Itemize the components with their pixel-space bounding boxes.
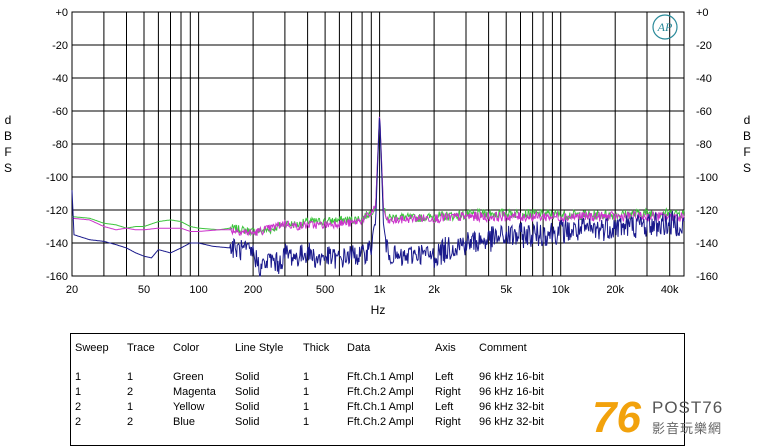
legend-cell: 96 kHz 32-bit bbox=[479, 416, 544, 428]
watermark-brand: POST76 bbox=[652, 398, 724, 417]
y-axis-label-letter: B bbox=[743, 129, 751, 143]
legend-cell: 1 bbox=[303, 401, 310, 413]
legend-cell: 1 bbox=[303, 371, 310, 383]
x-tick-label: 200 bbox=[244, 284, 262, 296]
y-axis-label-letter: d bbox=[744, 113, 751, 127]
y-axis-label-letter: S bbox=[743, 161, 751, 175]
x-tick-label: 20 bbox=[66, 284, 78, 296]
y-axis-label-letter: d bbox=[5, 113, 12, 127]
legend-cell: Left bbox=[435, 401, 454, 413]
legend-cell: Fft.Ch.1 Ampl bbox=[347, 401, 414, 413]
ap-logo-text: AP bbox=[657, 20, 673, 34]
legend-header-cell: Color bbox=[173, 342, 200, 354]
legend-cell: 1 bbox=[75, 386, 82, 398]
legend-cell: 2 bbox=[127, 416, 134, 428]
y-tick-label-right: -80 bbox=[696, 139, 712, 151]
legend-header-cell: Comment bbox=[479, 342, 527, 354]
legend-cell: Magenta bbox=[173, 386, 216, 398]
legend-cell: 1 bbox=[127, 371, 134, 383]
legend-cell: Left bbox=[435, 371, 454, 383]
y-tick-label-right: +0 bbox=[696, 7, 709, 19]
y-tick-label-left: -160 bbox=[46, 271, 68, 283]
y-tick-label-left: -100 bbox=[46, 172, 68, 184]
y-tick-label-right: -100 bbox=[696, 172, 718, 184]
legend-cell: Solid bbox=[235, 401, 260, 413]
legend-cell: Fft.Ch.2 Ampl bbox=[347, 386, 414, 398]
legend-cell: 1 bbox=[303, 416, 310, 428]
legend-cell: 1 bbox=[75, 371, 82, 383]
legend-cell: Fft.Ch.1 Ampl bbox=[347, 371, 414, 383]
legend-cell: Solid bbox=[235, 386, 260, 398]
legend-cell: Right bbox=[435, 416, 461, 428]
y-tick-label-right: -20 bbox=[696, 40, 712, 52]
y-axis-label-letter: S bbox=[4, 161, 12, 175]
x-tick-label: 5k bbox=[500, 284, 512, 296]
legend-cell: 2 bbox=[75, 401, 82, 413]
legend-cell: 96 kHz 32-bit bbox=[479, 401, 544, 413]
y-axis-label-letter: F bbox=[4, 145, 11, 159]
legend-header-cell: Data bbox=[347, 342, 371, 354]
legend-cell: Green bbox=[173, 371, 204, 383]
legend-cell: 1 bbox=[303, 386, 310, 398]
x-tick-label: 2k bbox=[428, 284, 440, 296]
x-tick-label: 500 bbox=[316, 284, 334, 296]
legend-cell: 96 kHz 16-bit bbox=[479, 371, 544, 383]
x-tick-label: 40k bbox=[661, 284, 679, 296]
x-tick-label: 50 bbox=[138, 284, 150, 296]
legend-cell: Blue bbox=[173, 416, 196, 428]
legend-cell: Solid bbox=[235, 371, 260, 383]
legend-cell: 2 bbox=[127, 386, 134, 398]
legend-cell: Right bbox=[435, 386, 461, 398]
y-tick-label-right: -140 bbox=[696, 238, 718, 250]
y-tick-label-left: -20 bbox=[52, 40, 68, 52]
y-tick-label-left: -40 bbox=[52, 73, 68, 85]
legend-cell: Yellow bbox=[173, 401, 205, 413]
x-tick-label: 20k bbox=[606, 284, 624, 296]
y-tick-label-left: -140 bbox=[46, 238, 68, 250]
x-tick-label: 1k bbox=[374, 284, 386, 296]
legend-header-cell: Sweep bbox=[75, 342, 109, 354]
y-axis-label-right: dBFS bbox=[743, 113, 751, 175]
y-axis-label-left: dBFS bbox=[4, 113, 12, 175]
y-tick-label-right: -160 bbox=[696, 271, 718, 283]
y-axis-label-letter: F bbox=[743, 145, 750, 159]
legend-cell: Fft.Ch.2 Ampl bbox=[347, 416, 414, 428]
legend-cell: 2 bbox=[75, 416, 82, 428]
legend-cell: Solid bbox=[235, 416, 260, 428]
y-tick-label-left: -120 bbox=[46, 205, 68, 217]
watermark-subtitle: 影音玩樂網 bbox=[652, 422, 723, 437]
y-tick-label-left: +0 bbox=[55, 7, 68, 19]
chart: 20 50 100 200 500 1k 2k 5k 10k 20k 40k +0 +0 -20 -20 -4… bbox=[4, 7, 751, 317]
post76-watermark: 76 POST76 影音玩樂網 bbox=[592, 396, 752, 444]
legend-header-cell: Thick bbox=[303, 342, 330, 354]
x-tick-label: 100 bbox=[189, 284, 207, 296]
legend-header-cell: Trace bbox=[127, 342, 155, 354]
y-tick-label-right: -60 bbox=[696, 106, 712, 118]
x-axis-label: Hz bbox=[371, 303, 386, 317]
legend-header-cell: Line Style bbox=[235, 342, 284, 354]
legend-cell: 96 kHz 16-bit bbox=[479, 386, 544, 398]
watermark-number: 76 bbox=[592, 393, 641, 442]
y-axis-label-letter: B bbox=[4, 129, 12, 143]
y-tick-label-right: -40 bbox=[696, 73, 712, 85]
legend-cell: 1 bbox=[127, 401, 134, 413]
legend-header-cell: Axis bbox=[435, 342, 456, 354]
x-tick-label: 10k bbox=[552, 284, 570, 296]
y-tick-label-left: -60 bbox=[52, 106, 68, 118]
y-tick-label-left: -80 bbox=[52, 139, 68, 151]
y-tick-label-right: -120 bbox=[696, 205, 718, 217]
